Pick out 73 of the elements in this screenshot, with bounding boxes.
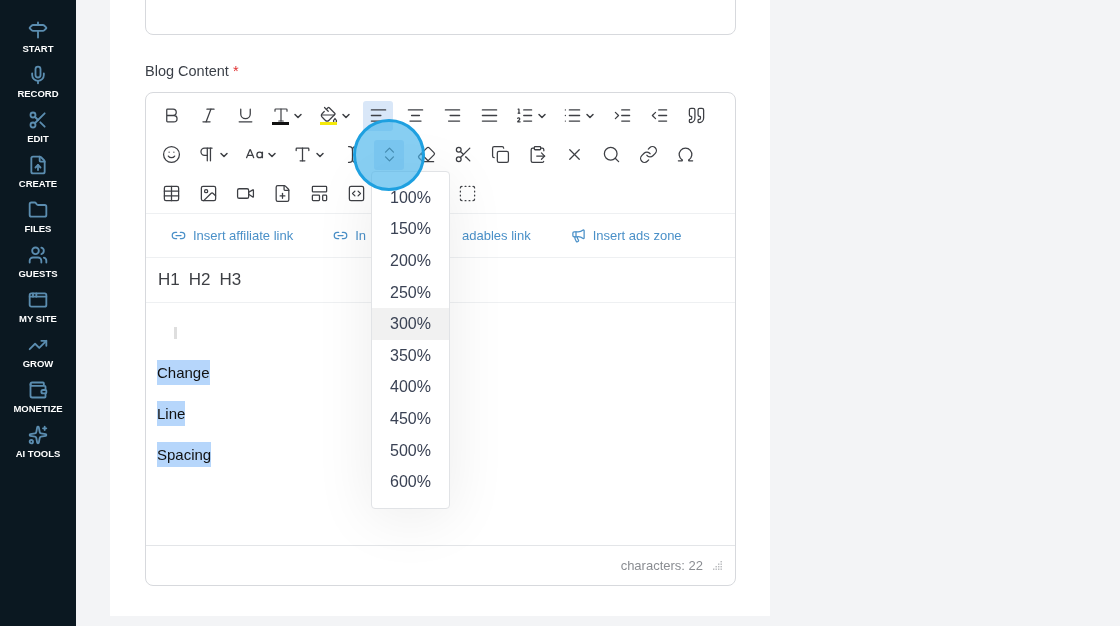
menu-item[interactable]: 250% [372, 276, 449, 309]
heading-button[interactable]: H2 [188, 270, 211, 290]
sidebar-item[interactable]: EDIT [0, 110, 76, 144]
omega-icon [675, 145, 695, 164]
heading-button[interactable]: H3 [219, 270, 242, 290]
indent-icon [612, 106, 632, 125]
scissors-icon [453, 145, 473, 164]
outdent-icon [649, 106, 669, 125]
sidebar-item[interactable]: AI TOOLS [0, 425, 76, 459]
selected-text: Change [157, 360, 210, 385]
folder-icon [28, 200, 48, 220]
menu-item[interactable]: 300% [372, 308, 449, 340]
sidebar-item[interactable]: GROW [0, 335, 76, 369]
numbered-list-icon [515, 106, 534, 125]
bullet-list-icon [563, 106, 582, 125]
menu-item[interactable]: 450% [372, 403, 449, 435]
sidebar-item[interactable]: CREATE [0, 155, 76, 189]
menu-item[interactable]: 500% [372, 434, 449, 467]
align-left-icon [368, 106, 388, 125]
menu-item[interactable]: 150% [372, 213, 449, 246]
microphone-icon [28, 65, 48, 85]
link-icon [638, 145, 658, 164]
resize-handle-icon [713, 560, 723, 571]
text-color-icon [271, 106, 290, 124]
text-field[interactable] [145, 0, 736, 35]
copy-icon [490, 145, 510, 164]
link-text[interactable]: adables link [462, 228, 531, 243]
sparkles-icon [28, 425, 48, 445]
menu-item[interactable]: 600% [372, 466, 449, 498]
color-bar [320, 122, 337, 125]
menu-item[interactable]: 200% [372, 245, 449, 277]
insert-link[interactable]: Insert ads zone [570, 228, 682, 243]
code-icon [346, 184, 366, 203]
signpost-icon [28, 20, 48, 40]
menu-item[interactable]: 100% [372, 182, 449, 214]
font-icon [293, 145, 312, 164]
window-icon [28, 290, 48, 310]
image-icon [198, 184, 218, 203]
sidebar-item[interactable]: START [0, 20, 76, 54]
justify-icon [479, 106, 499, 125]
people-icon [28, 245, 48, 265]
align-center-icon [405, 106, 425, 125]
color-bar [272, 122, 289, 125]
sidebar-item[interactable]: FILES [0, 200, 76, 234]
eraser-icon [416, 145, 436, 164]
search-icon [601, 145, 621, 164]
menu-item[interactable]: 350% [372, 339, 449, 372]
sidebar-item[interactable]: GUESTS [0, 245, 76, 279]
table-icon [161, 184, 181, 203]
align-right-icon [442, 106, 462, 125]
heading-button[interactable]: H1 [158, 270, 180, 290]
selected-text: Line [157, 401, 186, 426]
sidebar-item[interactable]: MY SITE [0, 290, 76, 324]
scissors-icon [28, 110, 48, 130]
file-icon [28, 155, 48, 175]
dashed-square-icon [457, 184, 477, 203]
megaphone-icon [570, 228, 586, 243]
menu-item[interactable]: 400% [372, 371, 449, 404]
insert-link[interactable]: Insert affiliate link [171, 228, 294, 243]
selected-text: Spacing [157, 442, 212, 467]
sidebar-item[interactable]: MONETIZE [0, 380, 76, 414]
click-indicator [353, 119, 425, 191]
align-left-button[interactable] [363, 100, 393, 131]
text-cursor [174, 327, 177, 339]
layout-icon [309, 184, 329, 203]
quote-icon [686, 106, 706, 125]
paint-bucket-icon [319, 106, 338, 124]
field-label: Blog Content * [145, 63, 240, 79]
wallet-icon [28, 380, 48, 400]
smiley-icon [161, 145, 181, 164]
pilcrow-icon [197, 145, 216, 164]
character-count: characters: 22 [620, 558, 703, 573]
sidebar-item[interactable]: RECORD [0, 65, 76, 99]
